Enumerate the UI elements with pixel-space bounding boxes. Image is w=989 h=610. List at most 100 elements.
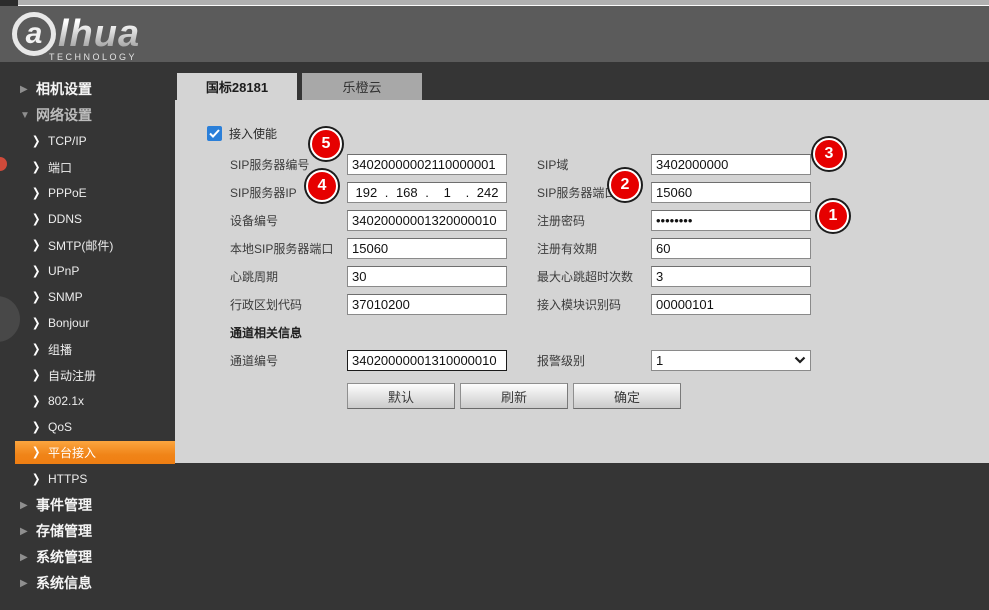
heartbeat-period-label: 心跳周期 — [230, 268, 347, 285]
triangle-down-icon: ▼ — [20, 110, 36, 121]
triangle-right-icon: ▶ — [20, 84, 36, 95]
sidebar-item-label: UPnP — [48, 264, 79, 278]
ip-octet[interactable]: 1 — [429, 185, 466, 200]
sip-server-port-input[interactable] — [651, 182, 811, 203]
sidebar-item-label: 802.1x — [48, 394, 84, 408]
annotation-circle-5: 5 — [310, 128, 342, 160]
refresh-button[interactable]: 刷新 — [460, 383, 568, 409]
sidebar-item-label: 自动注册 — [48, 367, 96, 384]
access-enable-label: 接入使能 — [229, 125, 277, 142]
alarm-level-input[interactable]: 1 — [651, 350, 811, 371]
sidebar-item-network-settings[interactable]: ▼网络设置 — [0, 102, 175, 128]
sip-server-id-input[interactable] — [347, 154, 507, 175]
form-row: 通道编号 报警级别1 — [175, 346, 989, 374]
sidebar-item-auto-register[interactable]: ❯自动注册 — [15, 362, 175, 388]
device-id-input[interactable] — [347, 210, 507, 231]
channel-section-title: 通道相关信息 — [175, 318, 989, 346]
ip-octet[interactable]: 192 — [348, 185, 385, 200]
annotation-circle-2: 2 — [609, 169, 641, 201]
sidebar-item-port[interactable]: ❯端口 — [15, 154, 175, 180]
sidebar-item-ddns[interactable]: ❯DDNS — [15, 206, 175, 232]
sidebar-item-event-management[interactable]: ▶事件管理 — [0, 492, 175, 518]
annotation-circle-1: 1 — [817, 200, 849, 232]
chevron-right-icon: ❯ — [32, 394, 48, 407]
access-module-id-input[interactable] — [651, 294, 811, 315]
dahua-logo: a lhua TECHNOLOGY — [12, 12, 140, 56]
chevron-right-icon: ❯ — [32, 420, 48, 433]
sidebar-item-8021x[interactable]: ❯802.1x — [15, 388, 175, 414]
sidebar-item-platform-access[interactable]: ❯平台接入 — [15, 441, 175, 464]
max-heartbeat-timeouts-input[interactable] — [651, 266, 811, 287]
checkmark-icon — [209, 129, 220, 138]
form-row: 行政区划代码接入模块识别码 — [175, 290, 989, 318]
sidebar-item-label: SMTP(邮件) — [48, 237, 113, 254]
tab-gb28181[interactable]: 国标28181 — [177, 73, 297, 100]
sidebar-item-upnp[interactable]: ❯UPnP — [15, 258, 175, 284]
sidebar-item-label: 网络设置 — [36, 105, 92, 125]
access-enable-checkbox[interactable] — [207, 126, 222, 141]
sidebar-item-system-info[interactable]: ▶系统信息 — [0, 570, 175, 596]
chevron-right-icon: ❯ — [32, 134, 48, 147]
form-row: SIP服务器编号SIP域 — [175, 150, 989, 178]
register-validity-input[interactable] — [651, 238, 811, 259]
triangle-right-icon: ▶ — [20, 552, 36, 563]
admin-region-code-input[interactable] — [347, 294, 507, 315]
chevron-right-icon: ❯ — [32, 264, 48, 277]
logo-wordmark: lhua — [58, 13, 140, 56]
tab-lechange-cloud-label: 乐橙云 — [342, 77, 381, 96]
form-row: 本地SIP服务器端口 注册有效期 — [175, 234, 989, 262]
admin-region-code-label: 行政区划代码 — [230, 296, 347, 313]
chevron-right-icon: ❯ — [32, 472, 48, 485]
ip-octet[interactable]: 242 — [469, 185, 506, 200]
sidebar-item-label: QoS — [48, 420, 72, 434]
alarm-level-label: 报警级别 — [537, 352, 651, 369]
local-sip-port-label: 本地SIP服务器端口 — [230, 240, 347, 257]
sidebar-item-camera-settings[interactable]: ▶相机设置 — [0, 76, 175, 102]
max-heartbeat-timeouts-label: 最大心跳超时次数 — [537, 268, 651, 285]
register-password-input[interactable] — [651, 210, 811, 231]
sidebar-item-multicast[interactable]: ❯组播 — [15, 336, 175, 362]
sidebar-item-label: PPPoE — [48, 186, 87, 200]
sidebar-menu: ▶相机设置▼网络设置❯TCP/IP❯端口❯PPPoE❯DDNS❯SMTP(邮件)… — [0, 76, 175, 596]
sidebar-item-snmp[interactable]: ❯SNMP — [15, 284, 175, 310]
sip-domain-input[interactable] — [651, 154, 811, 175]
sidebar-item-pppoe[interactable]: ❯PPPoE — [15, 180, 175, 206]
confirm-button[interactable]: 确定 — [573, 383, 681, 409]
form-row: 心跳周期 最大心跳超时次数 — [175, 262, 989, 290]
sidebar-item-smtp[interactable]: ❯SMTP(邮件) — [15, 232, 175, 258]
channel-id-label: 通道编号 — [230, 352, 347, 369]
chevron-right-icon: ❯ — [32, 212, 48, 225]
device-id-label: 设备编号 — [230, 212, 347, 229]
sip-domain-label: SIP域 — [537, 156, 651, 173]
sidebar-item-qos[interactable]: ❯QoS — [15, 414, 175, 440]
sidebar-item-system-management[interactable]: ▶系统管理 — [0, 544, 175, 570]
sidebar-item-label: SNMP — [48, 290, 83, 304]
sidebar-item-label: 事件管理 — [36, 495, 92, 515]
chevron-right-icon: ❯ — [32, 368, 48, 381]
chevron-down-icon — [794, 356, 806, 364]
local-sip-port-input[interactable] — [347, 238, 507, 259]
chevron-right-icon: ❯ — [32, 290, 48, 303]
sidebar-item-label: 系统管理 — [36, 547, 92, 567]
sidebar-item-bonjour[interactable]: ❯Bonjour — [15, 310, 175, 336]
sidebar-item-label: DDNS — [48, 212, 82, 226]
chevron-right-icon: ❯ — [32, 160, 48, 173]
sidebar-item-storage-management[interactable]: ▶存储管理 — [0, 518, 175, 544]
sidebar-item-https[interactable]: ❯HTTPS — [15, 466, 175, 492]
sidebar-item-label: 存储管理 — [36, 521, 92, 541]
register-password-label: 注册密码 — [537, 212, 651, 229]
form-row: 设备编号 注册密码 — [175, 206, 989, 234]
sidebar-item-label: Bonjour — [48, 316, 89, 330]
channel-id-input[interactable] — [347, 350, 507, 371]
logo-technology-text: TECHNOLOGY — [49, 52, 137, 62]
sidebar-item-tcpip[interactable]: ❯TCP/IP — [15, 128, 175, 154]
default-button[interactable]: 默认 — [347, 383, 455, 409]
sidebar-item-label: 相机设置 — [36, 79, 92, 99]
sip-server-ip-input[interactable]: 192.168.1.242 — [347, 182, 507, 203]
register-validity-label: 注册有效期 — [537, 240, 651, 257]
content-panel: 接入使能 SIP服务器编号SIP域SIP服务器IP192.168.1.242SI… — [175, 100, 989, 463]
ip-octet[interactable]: 168 — [388, 185, 425, 200]
tab-lechange-cloud[interactable]: 乐橙云 — [302, 73, 422, 100]
heartbeat-period-input[interactable] — [347, 266, 507, 287]
button-row: 默认刷新确定 — [175, 383, 989, 409]
